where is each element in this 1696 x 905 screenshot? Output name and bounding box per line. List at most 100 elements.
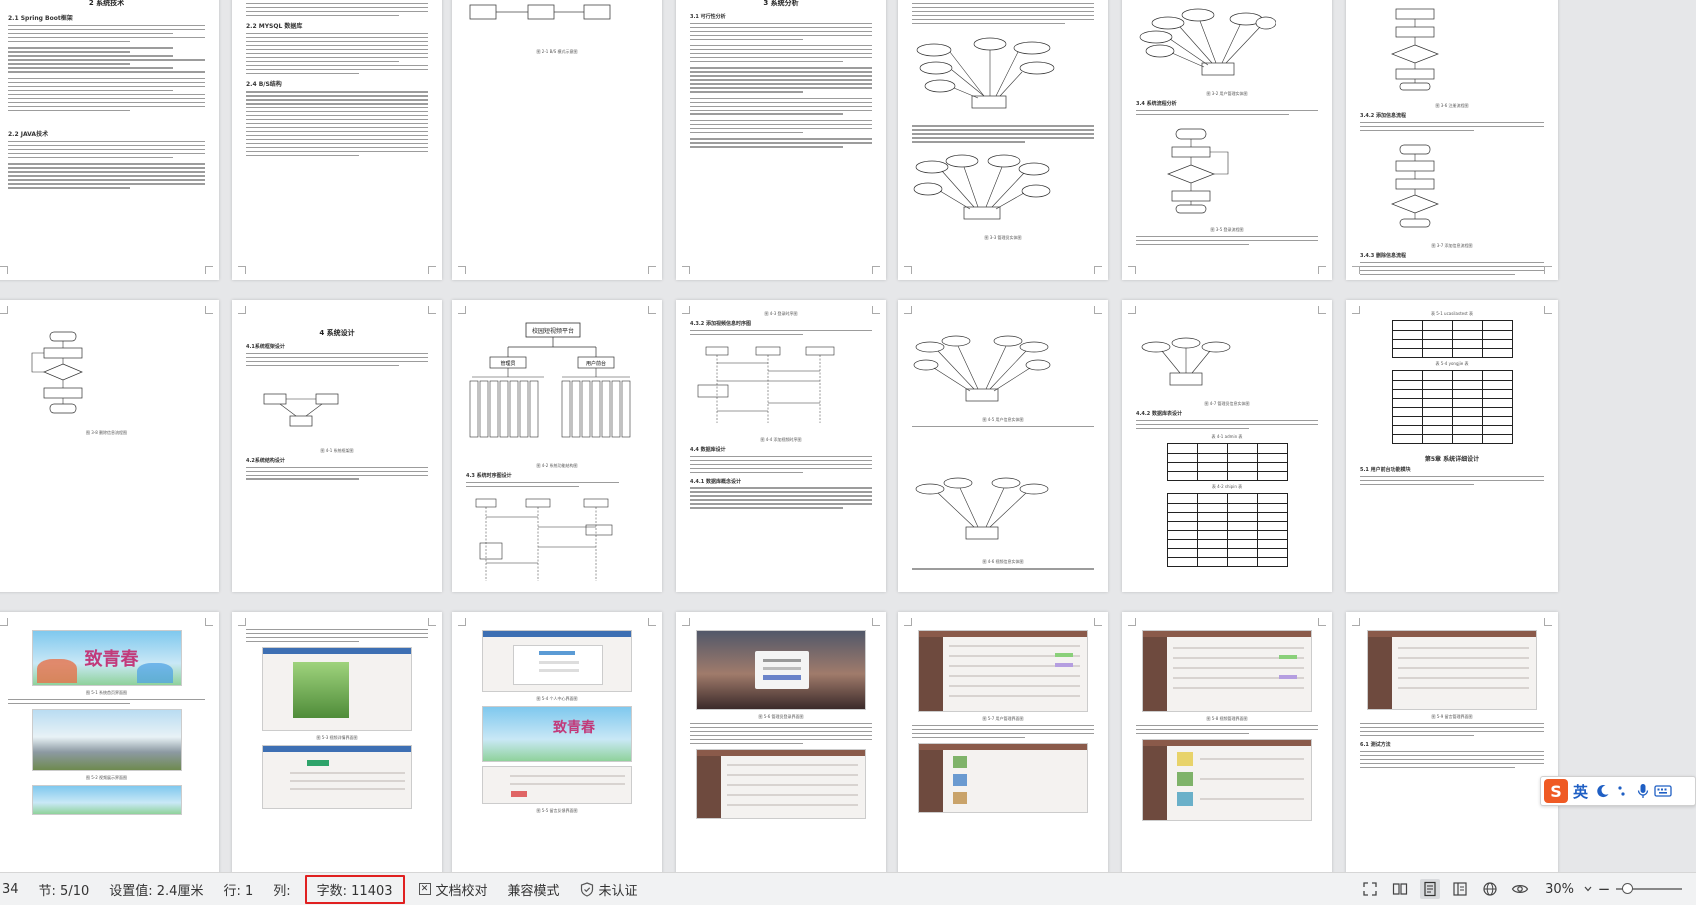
page-view-icon[interactable]	[1420, 879, 1441, 899]
page-thumbnail[interactable]: 图 5-8 视频管理界面图	[1122, 612, 1332, 872]
status-bar: 34 节: 5/10 设置值: 2.4厘米 行: 1 列: 字数: 11403 …	[0, 872, 1696, 905]
screenshot-image	[1367, 630, 1537, 710]
db-table	[1391, 320, 1513, 358]
arch-right-label: 用户前台	[586, 360, 606, 367]
page-thumbnail[interactable]: 图 3-2 用户管理实体图 3.4 系统流程分析 图 3-5 登录流程图	[1122, 0, 1332, 280]
flowchart	[1167, 128, 1229, 214]
chapter-heading: 4 系统设计	[319, 329, 355, 337]
screenshot-image	[918, 743, 1088, 814]
page-thumbnail[interactable]: 图 5-9 留言管理界面图 6.1 测试方法	[1346, 612, 1558, 872]
zoom-slider-knob[interactable]	[1622, 883, 1634, 894]
proofread-label: 文档校对	[435, 883, 488, 899]
page-thumbnail[interactable]: 图 2-1 B/S 模式示意图	[452, 0, 662, 280]
page-thumbnail[interactable]: 图 5-7 用户管理界面图	[898, 612, 1108, 872]
keyboard-icon[interactable]	[1653, 781, 1673, 801]
page-thumbnail[interactable]: 图 3-8 删除信息流程图	[0, 300, 219, 592]
db-table	[1391, 370, 1513, 444]
section-heading: 2.4 B/S结构	[246, 81, 282, 89]
page-thumbnail[interactable]: 图 5-4 个人中心界面图 致青春 图 5-5 留言反馈界面图	[452, 612, 662, 872]
mvc-diagram	[263, 393, 339, 427]
flowchart	[1391, 8, 1439, 91]
fullscreen-icon[interactable]	[1360, 879, 1380, 899]
screenshot-image	[696, 630, 866, 710]
compat-mode-indicator[interactable]: 兼容模式	[498, 873, 570, 905]
chapter-heading: 第5章 系统详细设计	[1424, 456, 1480, 463]
screenshot-image	[1142, 739, 1312, 822]
screenshot-image	[31, 709, 182, 772]
sogou-logo-icon[interactable]: S	[1544, 779, 1568, 803]
page-thumbnail[interactable]: 图 5-3 视频详情界面图	[232, 612, 442, 872]
column-indicator[interactable]: 列:	[263, 873, 300, 905]
moon-icon[interactable]	[1593, 781, 1613, 801]
margin-mark	[205, 266, 213, 274]
er-diagram	[1141, 337, 1231, 386]
page-thumbnail[interactable]: 校园短视频平台 管理员 用户前台 图 4-2 系统功能结构图 4.3 系统时序图…	[452, 300, 662, 592]
page-thumbnail[interactable]: 图 3-3 管理员实体图	[898, 0, 1108, 280]
section-heading: 2.1 Spring Boot框架	[8, 15, 73, 22]
page-thumbnail[interactable]: 表 5-1 ucasilastest 表 表 5-4 yongjie 表 第5章…	[1346, 300, 1558, 592]
table-caption: 表 5-1 ucasilastest 表	[1430, 311, 1474, 316]
proofread-button[interactable]: ✕ 文档校对	[409, 873, 498, 905]
word-count[interactable]: 字数: 11403	[304, 874, 405, 904]
screenshot-image	[482, 766, 632, 804]
canvas-gutter	[1564, 0, 1696, 872]
screenshot-image	[262, 646, 412, 731]
section-heading: 2.2 JAVA技术	[8, 130, 49, 138]
page-thumbnail[interactable]: 图 3-6 注册流程图 3.4.2 添加信息流程 图 3-7 添加信息流程图 3…	[1346, 0, 1558, 280]
page-thumbnail[interactable]: 致青春 图 5-1 系统首页界面图 图 5-2 视频展示界面图	[0, 612, 219, 872]
er-diagram	[913, 335, 1051, 402]
arch-root-label: 校园短视频平台	[532, 327, 574, 335]
page-thumbnail[interactable]: 图 4-5 用户信息实体图 图 4-6 视频信息实体图	[898, 300, 1108, 592]
er-diagram	[916, 37, 1055, 109]
screenshot-image	[482, 630, 632, 692]
sequence-diagram	[475, 498, 613, 581]
eye-protection-icon[interactable]	[1510, 879, 1530, 899]
zoom-slider[interactable]	[1616, 881, 1682, 897]
screenshot-image: 致青春	[31, 630, 182, 686]
ime-toolbar[interactable]: S 英	[1540, 776, 1696, 806]
db-table	[1166, 442, 1288, 481]
line-indicator[interactable]: 行: 1	[213, 873, 263, 905]
auth-status-label: 未认证	[598, 883, 638, 899]
outline-view-icon[interactable]	[1450, 879, 1470, 899]
subsection-heading: 5.1 用户前台功能模块	[1360, 467, 1411, 473]
zoom-out-button[interactable]: −	[1596, 880, 1612, 898]
flowchart	[31, 331, 83, 414]
screenshot-image: 致青春	[482, 706, 632, 762]
page-thumbnail[interactable]: 4 系统设计 4.1系统框架设计 图 4-1 系统框架图 4.2系统结构设计	[232, 300, 442, 592]
view-controls: 30% −	[1355, 873, 1696, 905]
db-table	[1166, 492, 1288, 567]
margin-mark	[0, 266, 8, 274]
web-view-icon[interactable]	[1480, 879, 1500, 899]
screenshot-image	[31, 785, 182, 816]
table-caption: 表 5-4 yongjie 表	[1435, 361, 1469, 366]
figure-caption: 图 2-1 B/S 模式示意图	[536, 49, 578, 54]
screenshot-image	[262, 744, 412, 809]
page-thumbnail[interactable]: 2 系统技术 2.1 Spring Boot框架 2.2 JAVA技术	[0, 0, 219, 280]
subsection-heading: 6.1 测试方法	[1360, 742, 1391, 749]
position-indicator[interactable]: 设置值: 2.4厘米	[99, 873, 213, 905]
page-thumbnail[interactable]: 图 5-6 管理员登录界面图	[676, 612, 886, 872]
section-indicator[interactable]: 节: 5/10	[29, 873, 100, 905]
zoom-level[interactable]: 30%	[1545, 882, 1574, 897]
subsection-heading: 3.1 可行性分析	[690, 14, 726, 20]
dropdown-arrow-icon[interactable]	[1580, 881, 1596, 897]
microphone-icon[interactable]	[1633, 781, 1653, 801]
module-structure-diagram: 校园短视频平台 管理员 用户前台	[469, 322, 631, 438]
screenshot-image	[696, 749, 866, 820]
ime-language-toggle[interactable]: 英	[1573, 781, 1588, 802]
screenshot-image	[918, 630, 1088, 712]
punctuation-icon[interactable]	[1613, 781, 1633, 801]
document-canvas[interactable]: 2 系统技术 2.1 Spring Boot框架 2.2 JAVA技术 2.2 …	[0, 0, 1696, 872]
sequence-diagram	[697, 346, 835, 423]
banner-text: 致青春	[553, 720, 595, 736]
read-mode-icon[interactable]	[1390, 879, 1410, 899]
auth-status-button[interactable]: 未认证	[570, 873, 648, 905]
er-diagram	[913, 154, 1051, 220]
page-indicator[interactable]: 34	[0, 873, 29, 905]
page-thumbnail[interactable]: 3 系统分析 3.1 可行性分析	[676, 0, 886, 280]
page-thumbnail[interactable]: 图 4-7 管理员信息实体图 4.4.2 数据库表设计 表 4-1 admin …	[1122, 300, 1332, 592]
page-thumbnail[interactable]: 图 4-3 登录时序图 4.3.2 添加视频信息时序图 图 4-4 添加视频时序…	[676, 300, 886, 592]
page-thumbnail[interactable]: 2.2 MYSQL 数据库 2.4 B/S结构	[232, 0, 442, 280]
chapter-heading: 3 系统分析	[763, 0, 799, 7]
